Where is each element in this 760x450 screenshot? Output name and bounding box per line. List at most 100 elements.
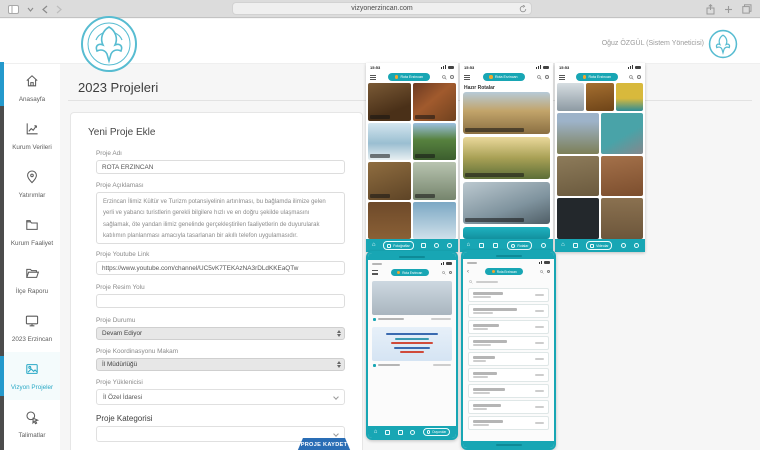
app-screenshot-list[interactable]: ‹ Rota Erzincan xyxy=(461,250,556,450)
photo-thumbnail xyxy=(557,198,599,239)
phone-app-header: Rota Erzincan xyxy=(555,71,645,83)
form-title: Yeni Proje Ekle xyxy=(88,127,346,138)
location-icon xyxy=(637,75,641,79)
menu-icon xyxy=(559,75,565,80)
phone-app-header: ‹ Rota Erzincan xyxy=(463,266,554,277)
app-screenshot-routes[interactable]: 15:53 Rota Erzincan Hazır Rotalar ⌂ xyxy=(460,63,553,252)
announcement-card xyxy=(372,327,452,369)
app-logo-dot xyxy=(583,75,587,79)
proje-durumu-select[interactable]: Devam Ediyor xyxy=(96,327,345,340)
sidebar-item-kurum-faaliyet[interactable]: Kurum Faaliyet xyxy=(4,208,60,256)
erzincan-valiligi-logo[interactable] xyxy=(80,15,138,73)
phone-status-bar: 15:53 xyxy=(460,63,553,71)
proje-aciklamasi-textarea[interactable]: Erzincan İlimiz Kültür ve Turizm potansi… xyxy=(96,192,345,244)
sidebar-item-label: Yatırımlar xyxy=(19,192,46,199)
nav-routes-icon xyxy=(421,243,426,248)
chevron-down-icon xyxy=(333,431,339,437)
sidebar-item-vizyon-projeler[interactable]: Vizyon Projeler xyxy=(4,352,60,400)
sidebar-item-talimatlar[interactable]: Talimatlar xyxy=(4,400,60,448)
route-card xyxy=(463,137,550,179)
sidebar-item-label: Vizyon Projeler xyxy=(11,384,53,391)
sidebar-item-ilce-raporu[interactable]: İlçe Raporu xyxy=(4,256,60,304)
share-icon[interactable] xyxy=(706,4,715,15)
announcement-list xyxy=(368,278,456,426)
search-icon xyxy=(442,75,447,80)
select-stepper-icon xyxy=(337,330,341,337)
photo-thumbnail xyxy=(601,113,643,154)
monitor-icon xyxy=(24,313,40,334)
phone-status-bar: 15:53 xyxy=(555,63,645,71)
menu-icon xyxy=(370,75,376,80)
list-item xyxy=(468,304,549,318)
photo-grid xyxy=(366,83,458,239)
page-title: 2023 Projeleri xyxy=(78,80,158,95)
small-photo-row xyxy=(555,83,645,111)
field-label-proje-resim: Proje Resim Yolu xyxy=(96,284,345,291)
back-icon[interactable] xyxy=(42,5,48,14)
sidebar-nav: Anasayfa Kurum Verileri Yatırımlar Kurum… xyxy=(4,64,60,450)
field-label-proje-durumu: Proje Durumu xyxy=(96,317,345,324)
app-title-pill: Rota Erzincan xyxy=(391,269,429,276)
phone-bottom-nav: ⌂ Videolar xyxy=(555,239,645,252)
proje-youtube-input[interactable] xyxy=(96,261,345,275)
nav-videos-icon xyxy=(493,243,498,248)
sidebar-item-label: 2023 Erzincan xyxy=(12,336,52,343)
header-icons xyxy=(442,75,454,80)
app-logo-dot xyxy=(397,271,400,274)
menu-icon xyxy=(464,75,470,80)
field-label-proje-adi: Proje Adı xyxy=(96,150,345,157)
save-project-button[interactable]: PROJE KAYDET xyxy=(297,438,351,450)
nav-videos-icon xyxy=(434,243,439,248)
sidebar-item-anasayfa[interactable]: Anasayfa xyxy=(4,64,60,112)
photo-thumbnail xyxy=(368,123,411,161)
phone-app-header: Rota Erzincan xyxy=(366,71,458,83)
status-icons xyxy=(628,65,641,69)
proje-resim-input[interactable] xyxy=(96,294,345,308)
reload-icon[interactable] xyxy=(519,5,527,13)
scroll-indicator-top xyxy=(0,62,4,106)
url-bar[interactable]: vizyonerzincan.com xyxy=(232,2,532,15)
app-screenshot-announcements[interactable]: Rota Erzincan xyxy=(366,251,458,440)
left-edge-strip xyxy=(0,62,4,450)
nav-active-announcements: Duyurular xyxy=(423,428,450,436)
proje-koordinasyon-value: İl Müdürlüğü xyxy=(102,361,137,368)
status-icons xyxy=(536,65,549,69)
nav-photos-icon xyxy=(479,243,484,248)
status-time-bar xyxy=(372,263,382,265)
chevron-down-icon[interactable] xyxy=(27,7,34,12)
search-row xyxy=(463,277,554,286)
app-title: Rota Erzincan xyxy=(400,75,423,79)
sidebar-item-label: Anasayfa xyxy=(19,96,45,103)
sidebar-toggle-icon[interactable] xyxy=(8,5,19,14)
app-screenshot-photos[interactable]: 15:53 Rota Erzincan xyxy=(366,63,458,252)
proje-koordinasyon-select[interactable]: İl Müdürlüğü xyxy=(96,358,345,371)
sidebar-item-2023-erzincan[interactable]: 2023 Erzincan xyxy=(4,304,60,352)
app-screenshot-videos[interactable]: 15:53 Rota Erzincan xyxy=(555,63,645,252)
nav-active-photos: Fotoğraflar xyxy=(383,241,413,250)
sidebar-item-kurum-verileri[interactable]: Kurum Verileri xyxy=(4,112,60,160)
sidebar-item-label: Talimatlar xyxy=(19,432,46,439)
forward-icon[interactable] xyxy=(56,5,62,14)
route-card xyxy=(463,227,550,239)
menu-icon xyxy=(372,270,378,275)
phone-top-bezel xyxy=(463,252,554,259)
screen: vizyonerzincan.com Oğuz ÖZGÜL (Sistem xyxy=(0,0,760,450)
app-title: Rota Erzincan xyxy=(588,75,611,79)
photo-thumbnail xyxy=(616,83,643,111)
image-icon xyxy=(24,361,40,382)
app-logo-dot xyxy=(492,270,495,273)
field-label-proje-koordinasyon: Proje Koordinasyonu Makam xyxy=(96,348,345,355)
status-icons xyxy=(441,65,454,69)
scroll-indicator-active xyxy=(0,356,4,396)
proje-adi-input[interactable] xyxy=(96,160,345,174)
app-title: Rota Erzincan xyxy=(495,75,518,79)
sidebar-item-yatirimlar[interactable]: Yatırımlar xyxy=(4,160,60,208)
new-tab-icon[interactable] xyxy=(724,5,733,14)
phone-status-bar xyxy=(463,259,554,266)
status-time: 15:53 xyxy=(559,65,569,70)
routes-title: Hazır Rotalar xyxy=(460,83,553,92)
tabs-overview-icon[interactable] xyxy=(742,4,752,14)
folder-icon xyxy=(24,217,40,238)
proje-yuklenici-select[interactable]: İl Özel İdaresi xyxy=(96,389,345,405)
header-icons xyxy=(629,75,641,80)
